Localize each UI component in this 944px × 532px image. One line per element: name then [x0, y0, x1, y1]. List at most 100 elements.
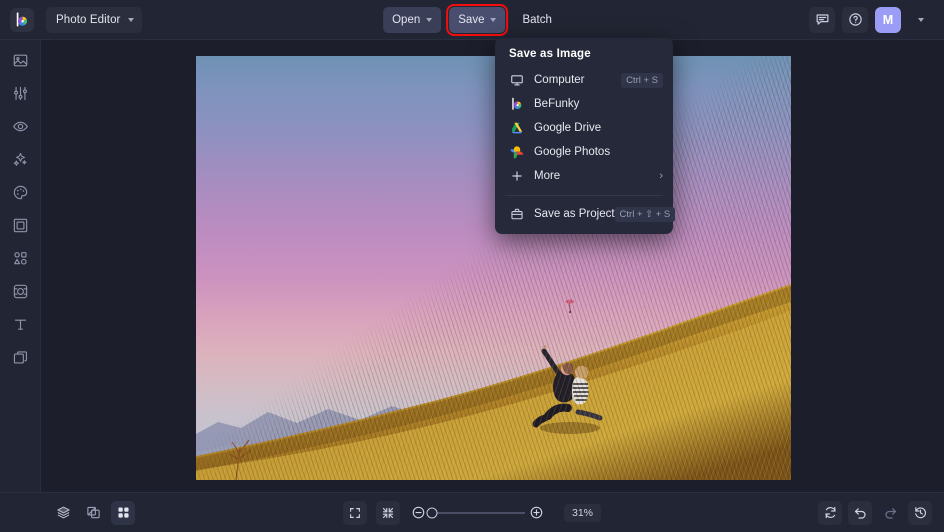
zoom-slider-handle[interactable]	[426, 507, 437, 518]
monitor-icon	[509, 72, 525, 88]
layers-icon	[56, 505, 71, 520]
palette-icon	[12, 184, 29, 201]
compare-button[interactable]	[81, 501, 105, 525]
center-action-group: Open Save Batch	[383, 7, 561, 33]
save-as-project-shortcut: Ctrl + ⇧ + S	[615, 207, 676, 222]
batch-button-label: Batch	[522, 14, 551, 26]
save-to-google-photos[interactable]: Google Photos	[495, 140, 673, 164]
expand-corners-icon	[348, 506, 362, 520]
save-menu-header: Save as Image	[495, 45, 673, 68]
chat-bubble-icon	[815, 12, 830, 27]
save-to-befunky[interactable]: BeFunky	[495, 92, 673, 116]
paraglider	[565, 300, 575, 314]
befunky-color-wheel-logo-icon	[14, 12, 30, 28]
chevron-down-icon	[490, 18, 496, 22]
text-t-icon	[12, 316, 29, 333]
save-button[interactable]: Save	[449, 7, 505, 33]
open-button[interactable]: Open	[383, 7, 441, 33]
save-to-google-drive[interactable]: Google Drive	[495, 116, 673, 140]
save-to-google-photos-label: Google Photos	[534, 146, 663, 158]
project-briefcase-icon	[509, 206, 525, 222]
help-button[interactable]	[842, 7, 868, 33]
save-to-computer-label: Computer	[534, 74, 621, 86]
bottom-right-tools	[818, 501, 932, 525]
zoom-level-value[interactable]: 31%	[564, 504, 601, 522]
plus-circle-icon[interactable]	[529, 505, 544, 520]
redo-arrow-icon	[883, 505, 898, 520]
sidebar-item-retouch[interactable]	[5, 114, 35, 138]
actual-size-button[interactable]	[376, 501, 400, 525]
undo-arrow-icon	[853, 505, 868, 520]
question-circle-icon	[848, 12, 863, 27]
save-button-label: Save	[458, 14, 484, 26]
photo-hillside-layer	[196, 56, 791, 480]
save-more[interactable]: More ›	[495, 164, 673, 188]
sparkles-icon	[12, 151, 29, 168]
sidebar-item-artsy[interactable]	[5, 180, 35, 204]
bottom-center-controls: 31%	[343, 501, 601, 525]
chevron-down-icon	[426, 18, 432, 22]
top-right-actions: M	[809, 7, 934, 33]
grid-icon	[116, 505, 131, 520]
zoom-slider-track[interactable]	[430, 512, 525, 514]
save-to-google-drive-label: Google Drive	[534, 122, 663, 134]
overlay-icon	[12, 283, 29, 300]
collapse-corners-icon	[381, 506, 395, 520]
batch-button[interactable]: Batch	[513, 7, 560, 33]
sidebar-item-touch-up[interactable]	[5, 81, 35, 105]
chevron-right-icon: ›	[659, 171, 663, 182]
layers-copy-icon	[12, 349, 29, 366]
save-dropdown-menu: Save as Image Computer Ctrl + S	[495, 38, 673, 234]
save-to-befunky-label: BeFunky	[534, 98, 663, 110]
sidebar-item-edit[interactable]	[5, 48, 35, 72]
minus-circle-icon[interactable]	[411, 505, 426, 520]
chevron-down-icon	[128, 18, 134, 22]
menu-divider	[505, 195, 663, 196]
sidebar-item-graphics[interactable]	[5, 246, 35, 270]
photo-canvas[interactable]	[196, 56, 791, 480]
save-more-label: More	[534, 170, 659, 182]
history-button[interactable]	[908, 501, 932, 525]
app-switcher-dropdown[interactable]: Photo Editor	[46, 7, 142, 33]
avatar[interactable]: M	[875, 7, 901, 33]
google-drive-icon	[509, 120, 525, 136]
open-button-label: Open	[392, 14, 420, 26]
sidebar-item-frames[interactable]	[5, 213, 35, 237]
sliders-icon	[12, 85, 29, 102]
app-switcher-label: Photo Editor	[56, 14, 121, 26]
feedback-button[interactable]	[809, 7, 835, 33]
save-as-project-label: Save as Project	[534, 208, 615, 220]
layers-button[interactable]	[51, 501, 75, 525]
image-icon	[12, 52, 29, 69]
shapes-icon	[12, 250, 29, 267]
reset-button[interactable]	[818, 501, 842, 525]
chevron-down-icon	[918, 18, 924, 22]
sidebar-item-effects[interactable]	[5, 147, 35, 171]
bottom-toolbar: 31%	[0, 492, 944, 532]
save-as-project[interactable]: Save as Project Ctrl + ⇧ + S	[495, 202, 673, 226]
sidebar-item-text[interactable]	[5, 312, 35, 336]
eye-icon	[12, 118, 29, 135]
redo-button[interactable]	[878, 501, 902, 525]
reset-circular-icon	[823, 505, 838, 520]
fit-to-screen-button[interactable]	[343, 501, 367, 525]
account-menu-button[interactable]	[908, 7, 934, 33]
befunky-logo-button[interactable]	[10, 8, 34, 32]
frame-icon	[12, 217, 29, 234]
save-to-computer-shortcut: Ctrl + S	[621, 73, 663, 88]
save-to-computer[interactable]: Computer Ctrl + S	[495, 68, 673, 92]
top-toolbar: Photo Editor Open Save Batch	[0, 0, 944, 40]
history-clock-icon	[913, 505, 928, 520]
sidebar-item-overlays[interactable]	[5, 279, 35, 303]
left-tool-sidebar	[0, 40, 41, 492]
befunky-icon	[509, 96, 525, 112]
google-photos-icon	[509, 144, 525, 160]
zoom-slider-group	[411, 505, 544, 520]
bottom-left-tools	[51, 501, 135, 525]
sidebar-item-textures[interactable]	[5, 345, 35, 369]
plus-icon	[509, 168, 525, 184]
befunky-photo-editor-window: Photo Editor Open Save Batch	[0, 0, 944, 532]
canvas-area[interactable]	[41, 40, 944, 492]
undo-button[interactable]	[848, 501, 872, 525]
grid-button[interactable]	[111, 501, 135, 525]
